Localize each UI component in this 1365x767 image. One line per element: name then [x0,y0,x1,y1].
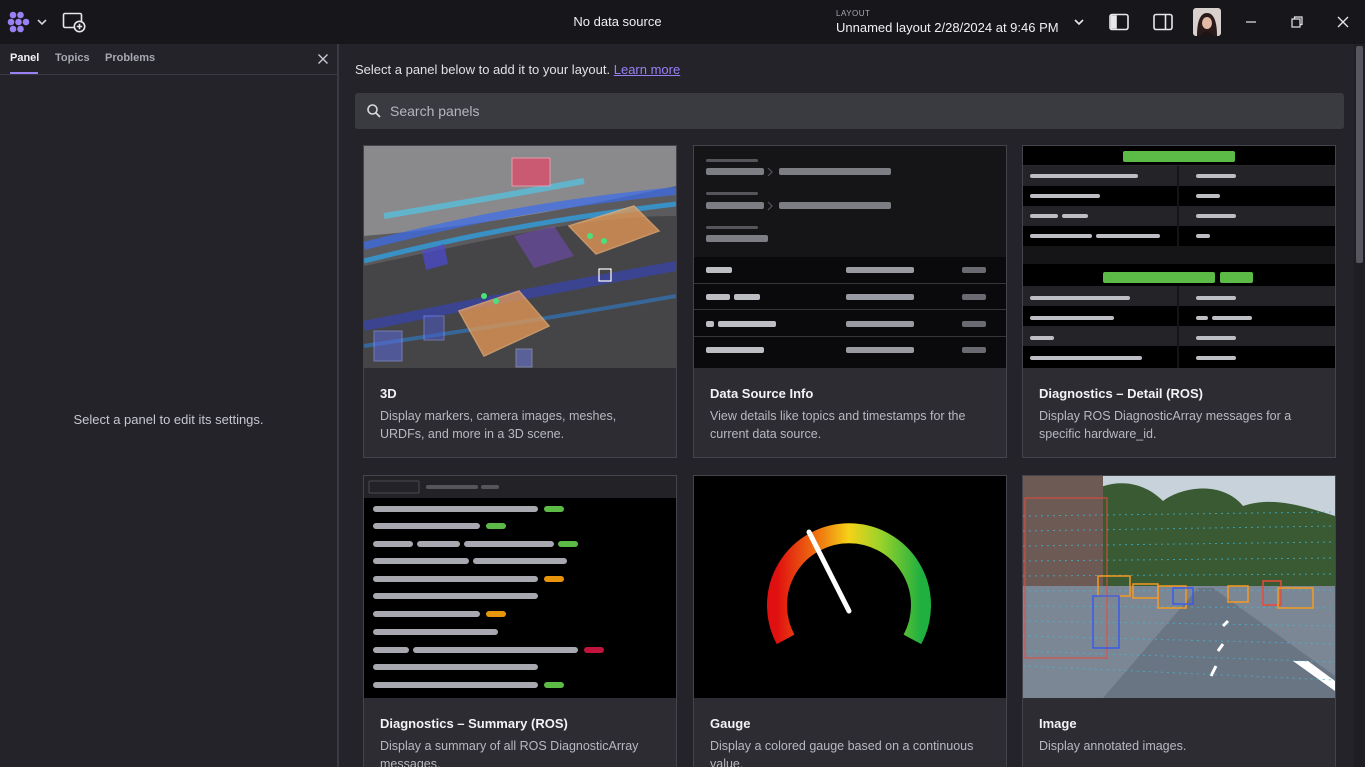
search-placeholder: Search panels [390,103,480,119]
foxglove-logo-icon[interactable] [7,11,33,33]
sidebar-empty-message: Select a panel to edit its settings. [73,412,264,427]
sidebar-tabs: Panel Topics Problems [0,44,337,75]
panel-card-image[interactable]: Image Display annotated images. [1022,475,1336,767]
close-icon[interactable] [316,52,330,66]
thumbnail-data-source-info [694,146,1006,368]
layout-selector[interactable]: LAYOUT Unnamed layout 2/28/2024 at 9:46 … [836,9,1059,35]
panel-card-diagnostics-detail[interactable]: Diagnostics – Detail (ROS) Display ROS D… [1022,145,1336,458]
panel-description: Display markers, camera images, meshes, … [380,409,617,441]
search-input[interactable]: Search panels [355,93,1344,129]
left-sidebar-icon[interactable] [1108,12,1130,32]
panel-card-3d[interactable]: 3D Display markers, camera images, meshe… [363,145,677,458]
right-sidebar-icon[interactable] [1152,12,1174,32]
panel-card-gauge[interactable]: Gauge Display a colored gauge based on a… [693,475,1007,767]
panel-card-data-source-info[interactable]: Data Source Info View details like topic… [693,145,1007,458]
tab-topics[interactable]: Topics [55,52,90,64]
thumbnail-diagnostics-detail [1023,146,1335,368]
intro-label: Select a panel below to add it to your l… [355,62,611,77]
thumbnail-diagnostics-summary [364,476,676,698]
panel-description: View details like topics and timestamps … [710,409,966,441]
tab-panel[interactable]: Panel [10,52,39,64]
panel-catalog: Select a panel below to add it to your l… [341,44,1354,767]
learn-more-link[interactable]: Learn more [614,62,680,77]
panel-description: Display a summary of all ROS DiagnosticA… [380,739,639,767]
chevron-down-icon[interactable] [36,16,48,28]
search-icon [367,104,381,118]
add-panel-icon[interactable] [62,11,86,33]
panel-title: 3D [380,386,397,401]
panel-title: Diagnostics – Summary (ROS) [380,716,568,731]
layout-name: Unnamed layout 2/28/2024 at 9:46 PM [836,20,1059,35]
panel-description: Display ROS DiagnosticArray messages for… [1039,409,1292,441]
thumbnail-gauge [694,476,1006,698]
panel-description: Display a colored gauge based on a conti… [710,739,974,767]
close-icon[interactable] [1333,12,1353,32]
panel-title: Data Source Info [710,386,814,401]
settings-sidebar: Panel Topics Problems Select a panel to … [0,44,339,767]
panel-description: Display annotated images. [1039,739,1187,753]
scrollbar-thumb[interactable] [1356,46,1363,263]
panel-title: Diagnostics – Detail (ROS) [1039,386,1203,401]
layout-caption: LAYOUT [836,9,871,18]
chevron-down-icon[interactable] [1072,16,1086,28]
panel-title: Image [1039,716,1077,731]
minimize-icon[interactable] [1241,12,1261,32]
panel-card-diagnostics-summary[interactable]: Diagnostics – Summary (ROS) Display a su… [363,475,677,767]
restore-icon[interactable] [1287,12,1307,32]
tab-problems[interactable]: Problems [105,52,155,64]
panel-title: Gauge [710,716,751,731]
user-avatar[interactable] [1193,8,1221,36]
thumbnail-3d [364,146,676,368]
active-tab-indicator [10,72,38,74]
thumbnail-image [1023,476,1335,698]
intro-text: Select a panel below to add it to your l… [355,62,680,77]
title-bar: No data source LAYOUT Unnamed layout 2/2… [0,0,1365,44]
data-source-title[interactable]: No data source [520,14,715,29]
